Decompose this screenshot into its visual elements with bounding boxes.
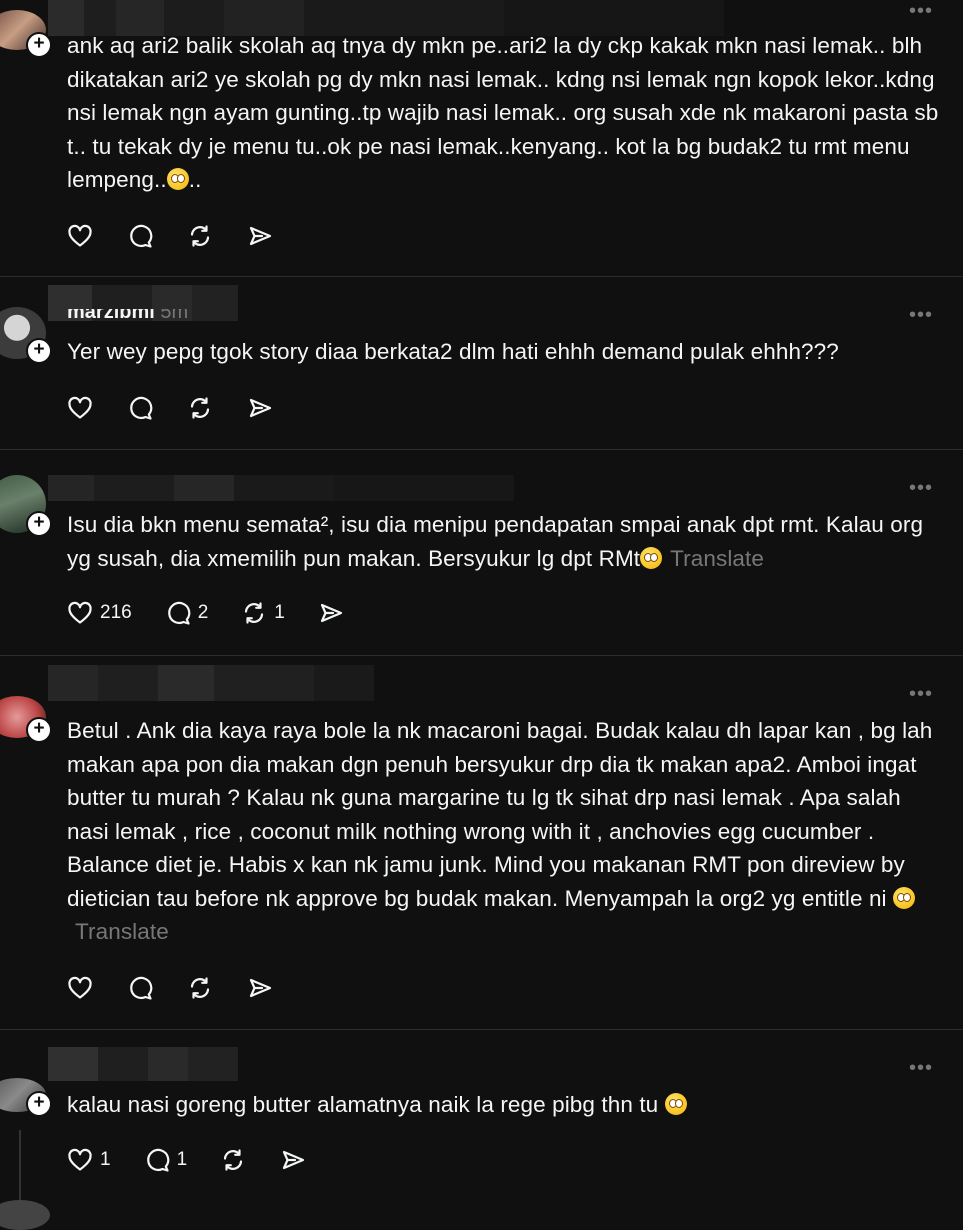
heart-icon [66, 974, 94, 1002]
post-actions [66, 973, 306, 1003]
send-icon [246, 974, 274, 1002]
repost-icon [240, 599, 268, 627]
more-icon[interactable]: ••• [909, 305, 933, 325]
heart-icon [66, 394, 94, 422]
username-redacted [48, 475, 514, 501]
post-actions [66, 221, 306, 251]
post-actions: 216 2 1 [66, 598, 377, 628]
comment-icon [143, 1146, 171, 1174]
post-text: kalau nasi goreng butter alamatnya naik … [67, 1088, 947, 1122]
follow-plus-icon[interactable]: + [26, 1091, 52, 1117]
like-button[interactable]: 1 [66, 1146, 111, 1174]
reply-button[interactable] [126, 222, 154, 250]
username-redacted [48, 1047, 238, 1081]
send-icon [279, 1146, 307, 1174]
repost-button[interactable]: 1 [240, 599, 285, 627]
follow-plus-icon[interactable]: + [26, 511, 52, 537]
divider [0, 655, 963, 656]
post-text: Betul . Ank dia kaya raya bole la nk mac… [67, 718, 933, 944]
like-button[interactable] [66, 394, 94, 422]
post-text: ank aq ari2 balik skolah aq tnya dy mkn … [67, 33, 939, 192]
divider [0, 449, 963, 450]
share-button[interactable] [279, 1146, 307, 1174]
username-redacted [48, 665, 374, 701]
comment-icon [126, 222, 154, 250]
more-icon[interactable]: ••• [909, 684, 933, 704]
repost-icon [186, 974, 214, 1002]
more-icon[interactable]: ••• [909, 1, 933, 21]
divider [0, 1029, 963, 1030]
share-button[interactable] [246, 222, 274, 250]
reply-button[interactable] [126, 394, 154, 422]
like-button[interactable]: 216 [66, 599, 132, 627]
post-text: Yer wey pepg tgok story diaa berkata2 dl… [67, 339, 839, 364]
repost-button[interactable] [186, 974, 214, 1002]
like-button[interactable] [66, 974, 94, 1002]
reply-button[interactable]: 2 [164, 599, 209, 627]
send-icon [246, 394, 274, 422]
send-icon [317, 599, 345, 627]
repost-count: 1 [274, 602, 285, 623]
like-count: 1 [100, 1149, 111, 1170]
translate-link[interactable]: Translate [75, 919, 169, 944]
comment-icon [126, 394, 154, 422]
share-button[interactable] [246, 974, 274, 1002]
translate-link[interactable]: Translate [670, 546, 764, 571]
send-icon [246, 222, 274, 250]
repost-icon [186, 222, 214, 250]
repost-button[interactable] [186, 222, 214, 250]
post-text: Isu dia bkn menu semata², isu dia menipu… [67, 512, 924, 571]
reply-button[interactable] [126, 974, 154, 1002]
repost-button[interactable] [219, 1146, 247, 1174]
flushed-emoji-icon [166, 168, 189, 190]
like-count: 216 [100, 602, 132, 623]
follow-plus-icon[interactable]: + [26, 717, 52, 743]
comment-icon [164, 599, 192, 627]
divider [0, 276, 963, 277]
flushed-emoji-icon [893, 886, 916, 909]
comment-icon [126, 974, 154, 1002]
heart-icon [66, 222, 94, 250]
username[interactable]: marzlbml 5m [67, 309, 188, 323]
repost-icon [219, 1146, 247, 1174]
reply-count: 2 [197, 602, 209, 623]
share-button[interactable] [246, 394, 274, 422]
heart-icon [66, 1146, 94, 1174]
reply-count: 1 [176, 1149, 188, 1170]
repost-icon [186, 394, 214, 422]
pleading-emoji-icon [640, 546, 663, 569]
thread-line [19, 1130, 21, 1210]
share-button[interactable] [317, 599, 345, 627]
more-icon[interactable]: ••• [909, 478, 933, 498]
more-icon[interactable]: ••• [909, 1058, 933, 1078]
post-actions [66, 393, 306, 423]
repost-button[interactable] [186, 394, 214, 422]
relieved-emoji-icon [664, 1093, 687, 1115]
follow-plus-icon[interactable]: + [26, 338, 52, 364]
follow-plus-icon[interactable]: + [26, 32, 52, 58]
heart-icon [66, 599, 94, 627]
like-button[interactable] [66, 222, 94, 250]
post-actions: 1 1 [66, 1145, 339, 1175]
avatar[interactable] [0, 1200, 50, 1230]
reply-button[interactable]: 1 [143, 1146, 188, 1174]
